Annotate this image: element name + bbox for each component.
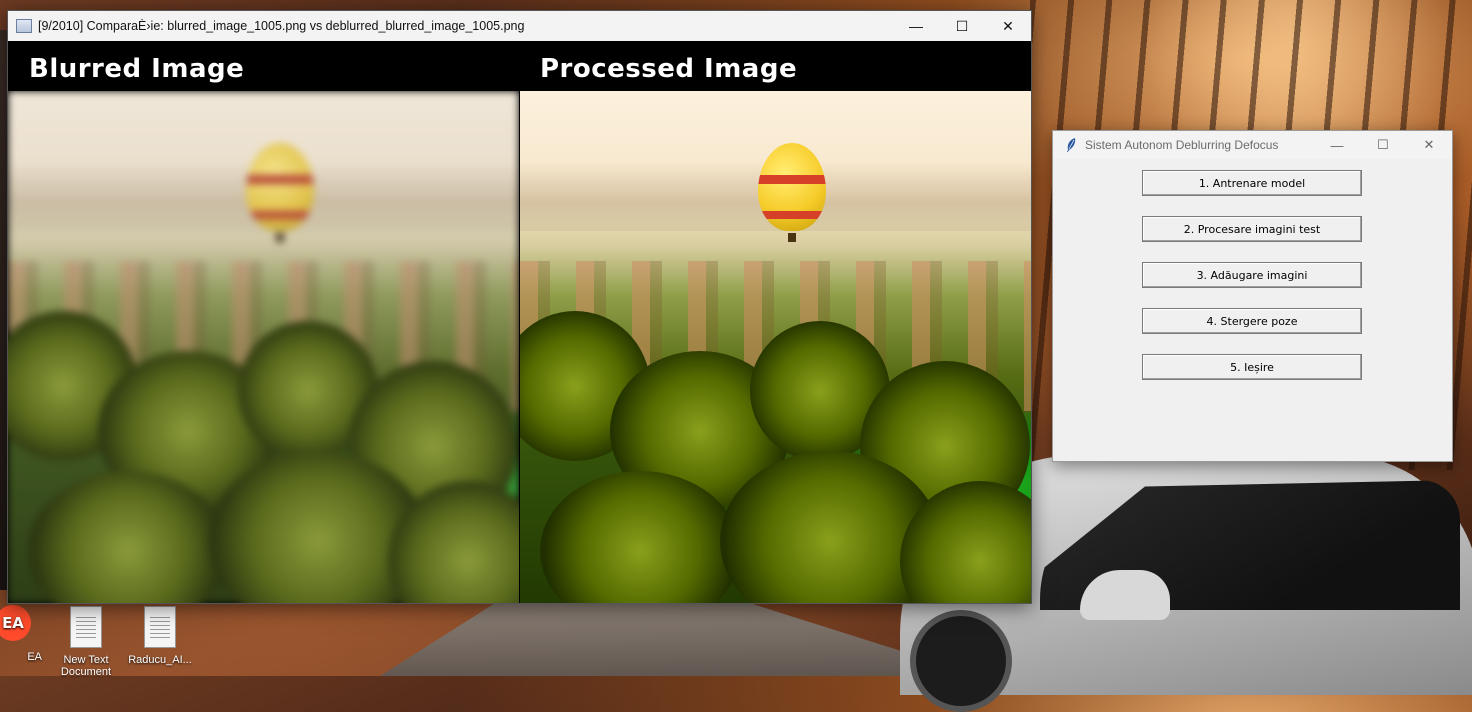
blurred-image-label: Blurred Image — [29, 54, 245, 84]
blurred-image — [8, 91, 519, 603]
minimize-button[interactable]: — — [893, 11, 939, 41]
app-window-title: Sistem Autonom Deblurring Defocus — [1085, 138, 1279, 152]
desktop-icon-label: EA — [27, 651, 42, 663]
desktop-icon-ea[interactable]: EA EA — [0, 605, 48, 663]
maximize-button[interactable]: ☐ — [1360, 131, 1406, 159]
comparison-window[interactable]: [9/2010] ComparaÈ›ie: blurred_image_1005… — [7, 10, 1032, 604]
exit-button[interactable]: 5. Ieșire — [1142, 354, 1362, 380]
maximize-button[interactable]: ☐ — [939, 11, 985, 41]
desktop-wallpaper-road — [380, 600, 980, 676]
window-app-icon — [16, 19, 32, 33]
desktop-icon-label: Raducu_AI... — [128, 654, 192, 666]
close-button[interactable]: ✕ — [985, 11, 1031, 41]
comparison-window-titlebar[interactable]: [9/2010] ComparaÈ›ie: blurred_image_1005… — [8, 11, 1031, 41]
add-images-button[interactable]: 3. Adăugare imagini — [1142, 262, 1362, 288]
ea-logo-icon: EA — [0, 605, 31, 641]
feather-icon — [1063, 137, 1079, 153]
desktop-icon-label: New Text Document — [60, 654, 112, 678]
processed-image-label: Processed Image — [540, 54, 798, 84]
processed-image — [520, 91, 1031, 603]
desktop-icon-new-text-document[interactable]: New Text Document — [51, 606, 121, 678]
desktop-icon-raducu[interactable]: Raducu_AI... — [125, 606, 195, 666]
comparison-window-title: [9/2010] ComparaÈ›ie: blurred_image_1005… — [38, 19, 525, 33]
process-test-images-button[interactable]: 2. Procesare imagini test — [1142, 216, 1362, 242]
close-button[interactable]: ✕ — [1406, 131, 1452, 159]
text-document-icon — [70, 606, 102, 648]
train-model-button[interactable]: 1. Antrenare model — [1142, 170, 1362, 196]
text-document-icon — [144, 606, 176, 648]
app-window-titlebar[interactable]: Sistem Autonom Deblurring Defocus — ☐ ✕ — [1053, 131, 1452, 159]
desktop-wallpaper-car-wheel — [910, 610, 1012, 712]
app-window[interactable]: Sistem Autonom Deblurring Defocus — ☐ ✕ … — [1052, 130, 1453, 462]
minimize-button[interactable]: — — [1314, 131, 1360, 159]
delete-photos-button[interactable]: 4. Stergere poze — [1142, 308, 1362, 334]
